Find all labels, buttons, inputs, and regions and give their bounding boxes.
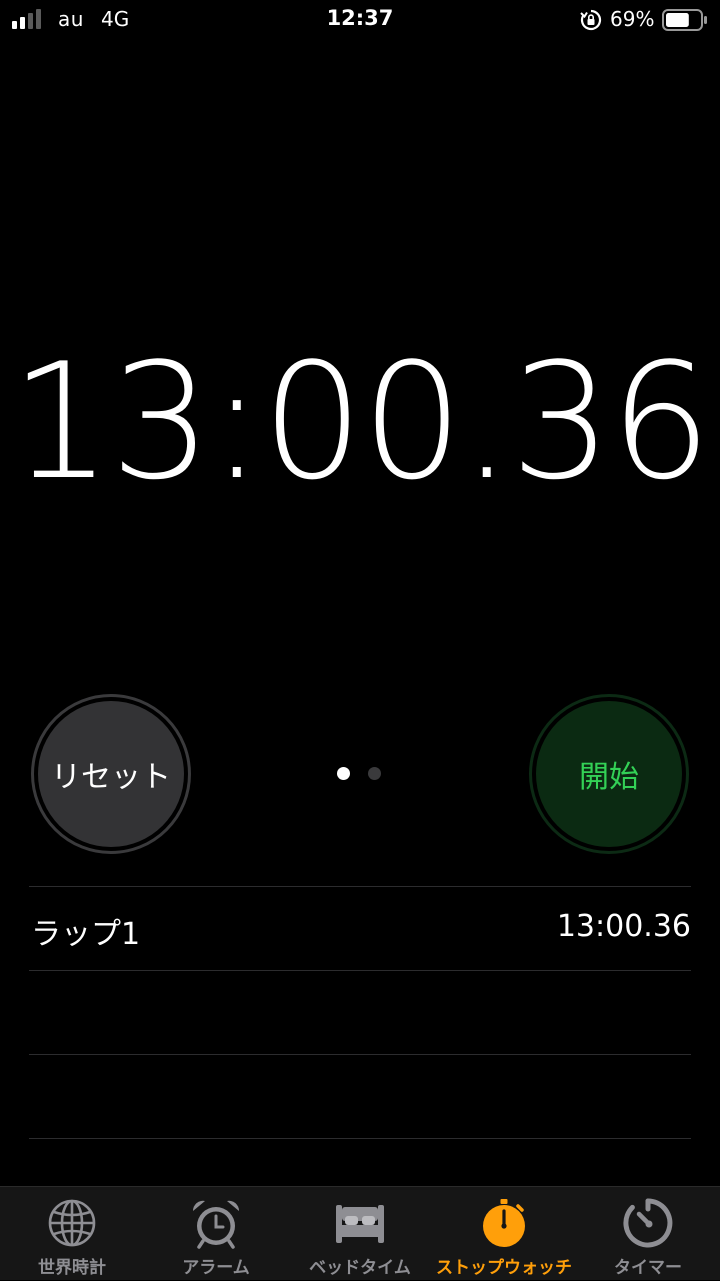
stopwatch-display: 13:00.36	[10, 328, 712, 515]
bed-icon	[336, 1205, 384, 1243]
tab-label: ベッドタイム	[309, 1258, 411, 1278]
page-indicator[interactable]	[337, 767, 387, 781]
timer-icon	[623, 1198, 673, 1248]
page-dot-inactive	[368, 767, 381, 780]
reset-button[interactable]: リセット	[31, 694, 191, 854]
lap-label: ラップ1	[31, 917, 141, 952]
tab-bedtime[interactable]: ベッドタイム	[288, 1187, 432, 1281]
reset-button-label: リセット	[38, 701, 184, 847]
empty-lap-row	[29, 1054, 691, 1139]
tab-world-clock[interactable]: 世界時計	[0, 1187, 144, 1281]
lap-time: 13:00.36	[556, 909, 691, 944]
lap-row: ラップ1 13:00.36	[29, 886, 691, 970]
page-dot-active	[337, 767, 350, 780]
tab-label: 世界時計	[38, 1258, 106, 1278]
battery-icon	[662, 9, 707, 31]
tab-label: タイマー	[614, 1258, 682, 1278]
battery-percent: 69%	[610, 7, 655, 31]
tab-alarm[interactable]: アラーム	[144, 1187, 288, 1281]
tab-label: アラーム	[182, 1258, 250, 1278]
alarm-clock-icon	[192, 1200, 240, 1249]
stopwatch-icon	[483, 1199, 525, 1247]
tab-label: ストップウォッチ	[436, 1258, 572, 1278]
start-button[interactable]: 開始	[529, 694, 689, 854]
globe-icon	[48, 1199, 96, 1247]
empty-lap-row	[29, 970, 691, 1054]
tab-timer[interactable]: タイマー	[576, 1187, 720, 1281]
rotation-lock-icon	[580, 9, 602, 31]
tab-stopwatch[interactable]: ストップウォッチ	[432, 1187, 576, 1281]
status-bar: au 4G 12:37 69%	[0, 0, 720, 40]
lap-list[interactable]: ラップ1 13:00.36	[29, 886, 691, 1139]
start-button-label: 開始	[536, 701, 682, 847]
tab-bar: 世界時計 アラーム ベッドタイム ストップウォッチ タイマー	[0, 1186, 720, 1280]
